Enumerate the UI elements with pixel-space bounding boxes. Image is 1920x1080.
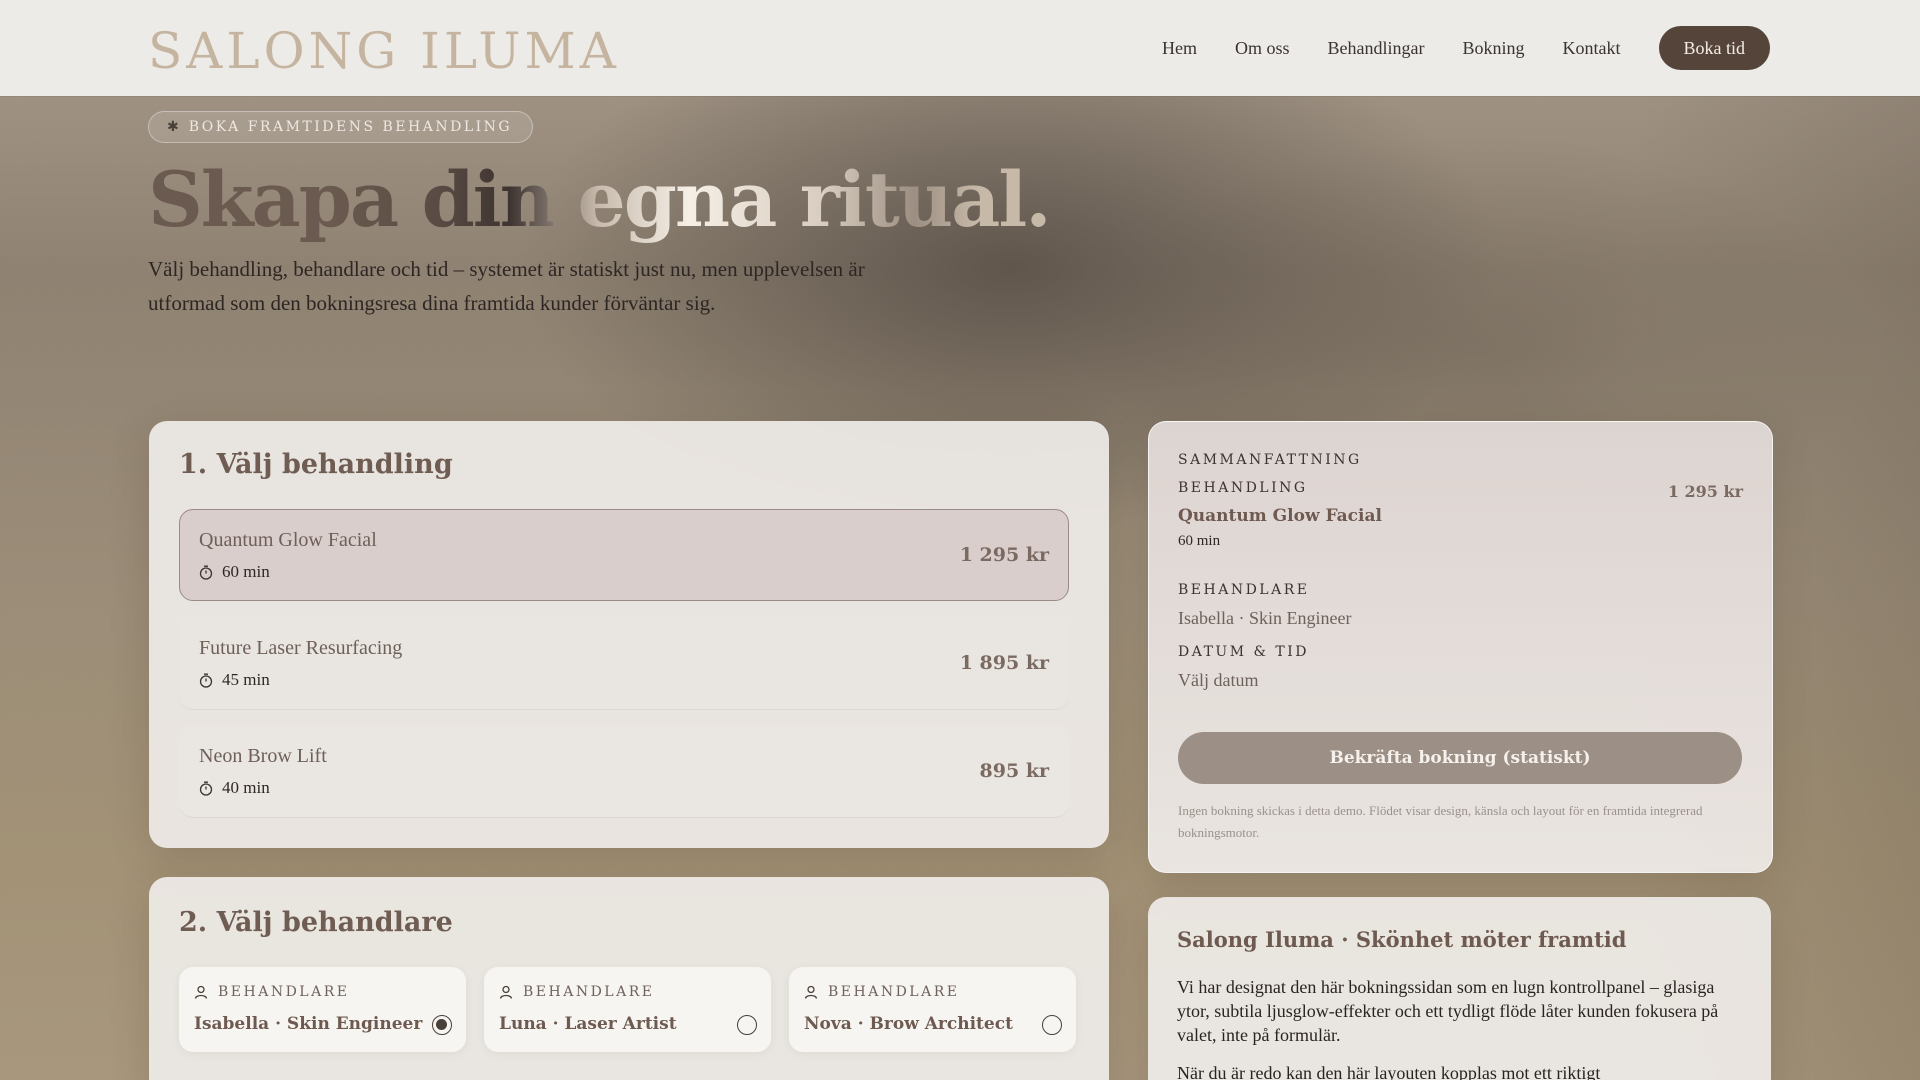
staff-label-text: BEHANDLARE [218, 984, 350, 1000]
staff-name: Isabella · Skin Engineer [194, 1014, 423, 1034]
timer-icon [199, 781, 213, 796]
person-icon [804, 985, 818, 999]
staff-radio[interactable] [1042, 1015, 1062, 1035]
nav-about[interactable]: Om oss [1235, 26, 1290, 70]
staff-card-title: 2. Välj behandlare [179, 907, 453, 938]
treatment-duration: 60 min [199, 562, 270, 582]
summary-kicker: SAMMANFATTNING [1178, 452, 1362, 468]
treatment-option-neon-brow[interactable]: Neon Brow Lift 40 min 895 kr [179, 725, 1069, 817]
staff-label-text: BEHANDLARE [828, 984, 960, 1000]
person-icon [194, 985, 208, 999]
book-time-button[interactable]: Boka tid [1658, 26, 1770, 70]
staff-name: Nova · Brow Architect [804, 1014, 1013, 1034]
treatment-name: Neon Brow Lift [199, 745, 327, 767]
about-card: Salong Iluma · Skönhet möter framtid Vi … [1148, 897, 1771, 1080]
person-icon [499, 985, 513, 999]
summary-datetime-label: DATUM & TID [1178, 644, 1309, 660]
treatment-option-quantum-glow[interactable]: Quantum Glow Facial 60 min 1 295 kr [179, 509, 1069, 601]
treatment-price: 1 295 kr [959, 544, 1049, 566]
summary-treatment-name: Quantum Glow Facial [1178, 506, 1382, 526]
staff-label-text: BEHANDLARE [523, 984, 655, 1000]
treatment-name: Quantum Glow Facial [199, 529, 377, 551]
staff-option-label: BEHANDLARE [194, 984, 349, 1000]
about-paragraph: När du är redo kan den här layouten kopp… [1177, 1063, 1601, 1080]
treatment-price: 895 kr [979, 760, 1049, 782]
staff-name: Luna · Laser Artist [499, 1014, 677, 1034]
about-paragraph: Vi har designat den här bokningssidan so… [1177, 977, 1719, 1045]
staff-card: 2. Välj behandlare BEHANDLARE Isabella ·… [149, 877, 1109, 1080]
site-header: SALONG ILUMA Hem Om oss Behandlingar Bok… [0, 0, 1920, 96]
timer-icon [199, 565, 213, 580]
hero-description: Välj behandling, behandlare och tid – sy… [148, 257, 865, 315]
hero-eyebrow-badge: ✱ BOKA FRAMTIDENS BEHANDLING [148, 111, 534, 143]
about-title: Salong Iluma · Skönhet möter framtid [1177, 927, 1627, 952]
treatment-card-title: 1. Välj behandling [179, 449, 453, 480]
treatment-duration: 40 min [199, 778, 270, 798]
nav-treatments[interactable]: Behandlingar [1328, 26, 1425, 70]
summary-staff-label: BEHANDLARE [1178, 582, 1310, 598]
treatment-option-future-laser[interactable]: Future Laser Resurfacing 45 min 1 895 kr [179, 617, 1069, 709]
nav-booking[interactable]: Bokning [1462, 26, 1524, 70]
staff-radio[interactable] [432, 1015, 452, 1035]
logo[interactable]: SALONG ILUMA [148, 22, 620, 80]
summary-card: SAMMANFATTNING BEHANDLING 1 295 kr Quant… [1148, 421, 1773, 873]
sparkle-icon: ✱ [167, 119, 179, 135]
hero-title: Skapa din egna ritual. [148, 150, 1052, 250]
timer-icon [199, 673, 213, 688]
staff-option-luna[interactable]: BEHANDLARE Luna · Laser Artist [484, 967, 771, 1052]
treatment-card: 1. Välj behandling Quantum Glow Facial 6… [149, 421, 1109, 848]
summary-staff-value: Isabella · Skin Engineer [1178, 608, 1352, 628]
summary-datetime-value: Välj datum [1178, 670, 1259, 690]
staff-option-isabella[interactable]: BEHANDLARE Isabella · Skin Engineer [179, 967, 466, 1052]
nav-contact[interactable]: Kontakt [1563, 26, 1621, 70]
hero-eyebrow-text: BOKA FRAMTIDENS BEHANDLING [188, 119, 513, 135]
treatment-duration-text: 40 min [222, 778, 270, 797]
treatment-duration-text: 60 min [222, 562, 270, 581]
confirm-booking-button[interactable]: Bekräfta bokning (statiskt) [1178, 732, 1742, 784]
nav-home[interactable]: Hem [1162, 26, 1197, 70]
treatment-name: Future Laser Resurfacing [199, 637, 403, 659]
summary-treatment-duration: 60 min [1178, 533, 1221, 549]
summary-treatment-label: BEHANDLING [1178, 480, 1308, 496]
summary-price: 1 295 kr [1667, 482, 1743, 501]
main-nav: Hem Om oss Behandlingar Bokning Kontakt … [1124, 26, 1770, 70]
staff-option-nova[interactable]: BEHANDLARE Nova · Brow Architect [789, 967, 1076, 1052]
treatment-duration-text: 45 min [222, 670, 270, 689]
staff-option-label: BEHANDLARE [499, 984, 654, 1000]
staff-radio[interactable] [737, 1015, 757, 1035]
staff-option-label: BEHANDLARE [804, 984, 959, 1000]
treatment-duration: 45 min [199, 670, 270, 690]
summary-note: Ingen bokning skickas i detta demo. Flöd… [1178, 803, 1703, 840]
treatment-price: 1 895 kr [959, 652, 1049, 674]
